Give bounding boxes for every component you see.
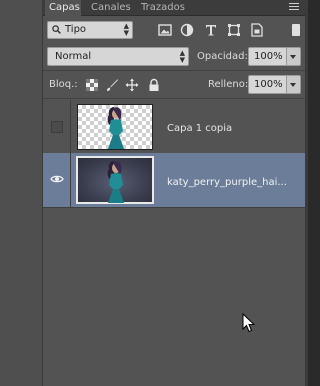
divider	[43, 98, 305, 99]
layers-empty-area[interactable]	[43, 209, 305, 386]
lock-label: Bloq.:	[49, 79, 78, 90]
layer-name: katy_perry_purple_hai...	[167, 177, 287, 188]
blend-opacity-bar: Normal ▲ ▼ Opacidad: 100%	[43, 44, 305, 70]
image-filter-icon[interactable]	[157, 22, 173, 38]
figure-silhouette	[107, 107, 124, 149]
filter-kind-label: Tipo	[65, 24, 87, 35]
mouse-cursor-icon	[242, 313, 256, 333]
fill-dropdown-button[interactable]	[287, 75, 301, 94]
layer-row-katy-perry[interactable]: katy_perry_purple_hai...	[43, 153, 305, 208]
blend-mode-select[interactable]: Normal ▲ ▼	[47, 47, 189, 66]
shape-filter-icon[interactable]	[226, 22, 242, 38]
opacity-input[interactable]: 100%	[248, 47, 287, 66]
eye-icon	[50, 175, 64, 183]
tab-trazados[interactable]: Trazados	[137, 0, 189, 16]
chevron-updown-icon: ▲ ▼	[179, 49, 185, 64]
opacity-dropdown-button[interactable]	[287, 47, 301, 66]
layer-thumbnail	[76, 156, 154, 204]
search-icon	[52, 25, 61, 34]
blend-mode-value: Normal	[55, 51, 92, 62]
chevron-updown-icon: ▲ ▼	[123, 22, 129, 37]
lock-pixels-icon[interactable]	[105, 78, 119, 92]
adjustment-filter-icon[interactable]	[179, 22, 195, 38]
panel-tab-bar: Capas Canales Trazados	[43, 0, 305, 17]
visibility-off-box	[51, 121, 63, 133]
tab-capas[interactable]: Capas	[45, 0, 81, 17]
layers-panel: Capas Canales Trazados Tipo ▲ ▼ Normal ▲…	[43, 0, 305, 386]
fill-label: Relleno:	[208, 79, 249, 90]
lock-transparency-icon[interactable]	[85, 78, 99, 92]
lock-fill-bar: Bloq.: Relleno: 100%	[43, 72, 305, 98]
panel-scroll-edge	[305, 0, 308, 386]
divider	[43, 70, 305, 71]
layer-filter-bar: Tipo ▲ ▼	[43, 18, 305, 44]
filter-kind-select[interactable]: Tipo ▲ ▼	[47, 21, 133, 39]
type-filter-icon[interactable]	[203, 22, 219, 38]
fill-input[interactable]: 100%	[248, 75, 287, 94]
visibility-toggle[interactable]	[43, 100, 71, 155]
visibility-toggle[interactable]	[43, 153, 71, 207]
canvas-edge	[0, 0, 43, 386]
panel-menu-icon[interactable]	[289, 3, 299, 11]
figure-photo	[107, 161, 124, 203]
tab-canales[interactable]: Canales	[87, 0, 135, 16]
smart-object-filter-icon[interactable]	[249, 22, 265, 38]
lock-all-icon[interactable]	[147, 78, 161, 92]
layer-row-capa-1-copia[interactable]: Capa 1 copia	[43, 100, 305, 156]
layer-thumbnail	[77, 104, 153, 150]
opacity-label: Opacidad:	[197, 51, 248, 62]
lock-position-icon[interactable]	[125, 78, 139, 92]
layer-name: Capa 1 copia	[167, 123, 233, 134]
filter-toggle-switch[interactable]	[292, 24, 300, 36]
